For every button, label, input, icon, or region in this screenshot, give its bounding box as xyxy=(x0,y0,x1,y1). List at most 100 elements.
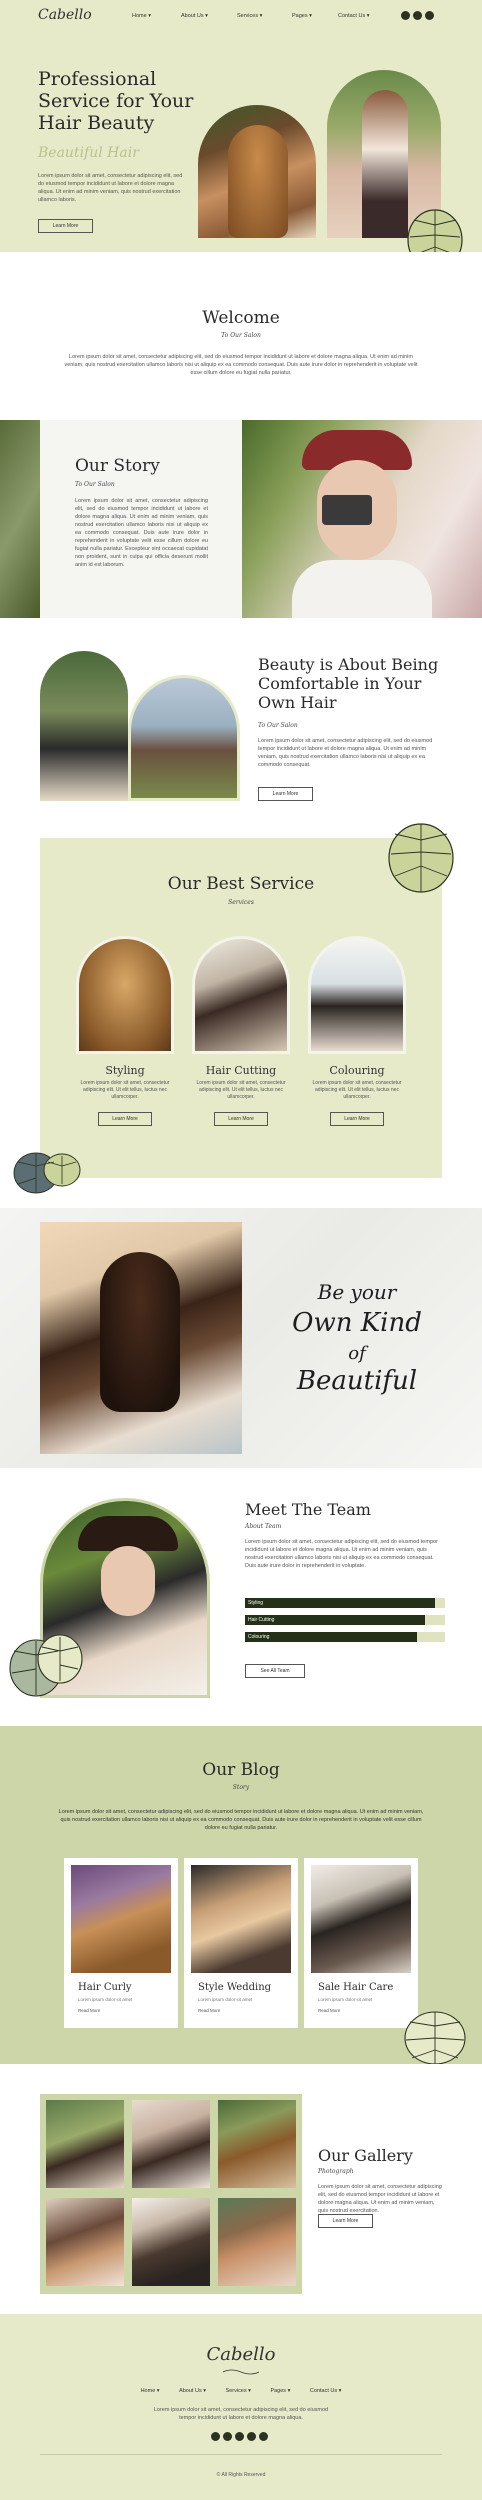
welcome-section: Welcome To Our Salon Lorem ipsum dolor s… xyxy=(0,252,482,420)
welcome-subtitle: To Our Salon xyxy=(221,332,261,339)
hair-shape xyxy=(100,1252,180,1412)
blog-card[interactable]: Style Wedding Lorem ipsum dolor sit amet… xyxy=(184,1858,298,2028)
gallery-photo[interactable] xyxy=(132,2100,210,2188)
monstera-leaf-icon xyxy=(13,1152,81,1194)
service-card-colouring: Colouring Lorem ipsum dolor sit amet, co… xyxy=(304,936,410,1156)
copyright: © All Rights Reserved xyxy=(216,2472,266,2478)
gallery-photo[interactable] xyxy=(218,2198,296,2286)
quote-line-4: Beautiful xyxy=(296,1366,418,1396)
blog-post-title[interactable]: Sale Hair Care xyxy=(318,1982,393,1993)
beauty-title: Beauty is About Being Comfortable in You… xyxy=(258,655,438,712)
footer-nav-home[interactable]: Home ▾ xyxy=(141,2388,160,2394)
service-photo-cutting xyxy=(192,936,290,1054)
blog-body: Lorem ipsum dolor sit amet, consectetur … xyxy=(58,1809,424,1831)
beauty-body: Lorem ipsum dolor sit amet, consectetur … xyxy=(258,738,433,768)
welcome-title: Welcome xyxy=(202,308,280,328)
youtube-icon[interactable] xyxy=(247,2432,256,2441)
service-body: Lorem ipsum dolor sit amet, consectetur … xyxy=(196,1080,286,1100)
face-shape xyxy=(101,1546,155,1616)
blog-card[interactable]: Hair Curly Lorem ipsum dolor sit amet Re… xyxy=(64,1858,178,2028)
beauty-photo-right xyxy=(128,675,240,801)
story-subtitle: To Our Salon xyxy=(75,481,115,488)
footer-body: Lorem ipsum dolor sit amet, consectetur … xyxy=(153,2407,329,2421)
twitter-icon[interactable] xyxy=(413,11,422,20)
service-learn-more-button[interactable]: Learn More xyxy=(330,1112,384,1126)
nav-home[interactable]: Home ▾ xyxy=(132,13,151,19)
story-title: Our Story xyxy=(75,456,160,476)
nav-about[interactable]: About Us ▾ xyxy=(181,13,208,19)
skill-label: Hair Cutting xyxy=(248,1617,275,1623)
blog-post-title[interactable]: Hair Curly xyxy=(78,1982,132,1993)
nav-contact[interactable]: Contact Us ▾ xyxy=(338,13,370,19)
service-name: Colouring xyxy=(329,1064,385,1077)
nav-services[interactable]: Services ▾ xyxy=(237,13,262,19)
service-name: Styling xyxy=(105,1064,145,1077)
footer-logo[interactable]: Cabello xyxy=(0,2344,482,2365)
footer-nav-pages[interactable]: Pages ▾ xyxy=(270,2388,290,2394)
blog-post-meta: Lorem ipsum dolor sit amet xyxy=(78,1997,133,2002)
story-section: Our Story To Our Salon Lorem ipsum dolor… xyxy=(0,420,482,618)
service-learn-more-button[interactable]: Learn More xyxy=(98,1112,152,1126)
beauty-title-line: Own Hair xyxy=(258,693,337,712)
team-subtitle: About Team xyxy=(245,1523,282,1530)
blog-read-more-link[interactable]: Read More xyxy=(318,2008,340,2013)
twitter-icon[interactable] xyxy=(223,2432,232,2441)
beauty-photo-left xyxy=(40,651,128,801)
instagram-icon[interactable] xyxy=(425,11,434,20)
footer-nav-contact[interactable]: Contact Us ▾ xyxy=(310,2388,342,2394)
gallery-photo[interactable] xyxy=(218,2100,296,2188)
blog-read-more-link[interactable]: Read More xyxy=(78,2008,100,2013)
gallery-learn-more-button[interactable]: Learn More xyxy=(318,2214,373,2228)
monstera-leaf-icon xyxy=(404,2011,466,2064)
nav-pages[interactable]: Pages ▾ xyxy=(292,13,312,19)
skill-bar-colouring: Colouring xyxy=(245,1632,445,1642)
story-photo xyxy=(242,420,482,618)
service-photo-colouring xyxy=(308,936,406,1054)
skill-bar-cutting: Hair Cutting xyxy=(245,1615,445,1625)
hero-learn-more-button[interactable]: Learn More xyxy=(38,219,93,233)
hero-body: Lorem ipsum dolor sit amet, consectetur … xyxy=(38,173,183,203)
blog-section: Our Blog Story Lorem ipsum dolor sit ame… xyxy=(0,1726,482,2064)
blog-photo xyxy=(311,1865,411,1973)
instagram-icon[interactable] xyxy=(235,2432,244,2441)
hero-section: Cabello Home ▾ About Us ▾ Services ▾ Pag… xyxy=(0,0,482,252)
see-all-team-button[interactable]: See All Team xyxy=(245,1664,305,1678)
blog-card[interactable]: Sale Hair Care Lorem ipsum dolor sit ame… xyxy=(304,1858,418,2028)
logo[interactable]: Cabello xyxy=(38,7,92,23)
footer-nav-services[interactable]: Services ▾ xyxy=(226,2388,251,2394)
logo-swirl-icon xyxy=(222,2369,260,2375)
service-card-styling: Styling Lorem ipsum dolor sit amet, cons… xyxy=(72,936,178,1156)
services-section: Our Best Service Services Styling Lorem … xyxy=(0,818,482,1208)
story-body: Lorem ipsum dolor sit amet, consectetur … xyxy=(75,498,208,568)
blog-title: Our Blog xyxy=(202,1760,280,1780)
gallery-photo[interactable] xyxy=(46,2100,124,2188)
blog-post-meta: Lorem ipsum dolor sit amet xyxy=(198,1997,253,2002)
pinterest-icon[interactable] xyxy=(259,2432,268,2441)
monstera-leaf-icon xyxy=(9,1634,83,1697)
gallery-subtitle: Photograph xyxy=(318,2168,354,2175)
blog-post-meta: Lorem ipsum dolor sit amet xyxy=(318,1997,373,2002)
facebook-icon[interactable] xyxy=(211,2432,220,2441)
blog-read-more-link[interactable]: Read More xyxy=(198,2008,220,2013)
footer-nav-about[interactable]: About Us ▾ xyxy=(179,2388,206,2394)
hero-title-line: Professional xyxy=(38,68,157,90)
footer-nav: Home ▾ About Us ▾ Services ▾ Pages ▾ Con… xyxy=(0,2388,482,2394)
beauty-title-line: Comfortable in Your xyxy=(258,674,422,693)
service-photo-styling xyxy=(76,936,174,1054)
service-body: Lorem ipsum dolor sit amet, consectetur … xyxy=(80,1080,170,1100)
services-title: Our Best Service xyxy=(167,874,315,894)
hero-photo-left xyxy=(198,105,316,238)
gallery-body: Lorem ipsum dolor sit amet, consectetur … xyxy=(318,2184,442,2214)
service-learn-more-button[interactable]: Learn More xyxy=(214,1112,268,1126)
quote-line-3: of xyxy=(348,1343,366,1364)
footer-divider xyxy=(40,2454,442,2455)
blog-post-title[interactable]: Style Wedding xyxy=(198,1982,271,1993)
quote-line-2: Own Kind xyxy=(292,1308,422,1338)
gallery-photo[interactable] xyxy=(132,2198,210,2286)
team-section: Meet The Team About Team Lorem ipsum dol… xyxy=(0,1468,482,1726)
beauty-learn-more-button[interactable]: Learn More xyxy=(258,787,313,801)
facebook-icon[interactable] xyxy=(401,11,410,20)
gallery-photo[interactable] xyxy=(46,2198,124,2286)
quote-photo xyxy=(40,1222,242,1454)
team-body: Lorem ipsum dolor sit amet, consectetur … xyxy=(245,1539,438,1569)
